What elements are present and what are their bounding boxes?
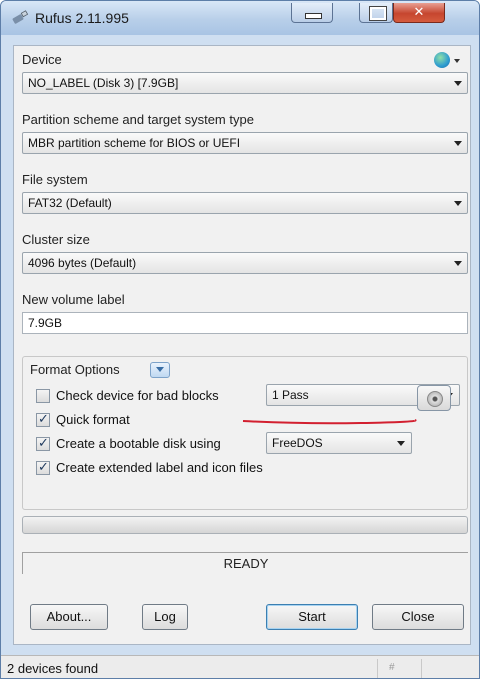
main-panel: Device NO_LABEL (Disk 3) [7.9GB] Partiti… <box>13 45 471 645</box>
progress-bar <box>22 516 468 534</box>
bad-blocks-checkbox[interactable] <box>36 389 50 403</box>
extended-label-option[interactable]: Create extended label and icon files <box>36 459 336 478</box>
extended-label-label: Create extended label and icon files <box>56 460 263 475</box>
chevron-down-icon <box>397 441 405 446</box>
hash-indicator: # <box>389 662 395 673</box>
close-button[interactable]: Close <box>372 604 464 630</box>
device-label: Device <box>22 52 62 67</box>
status-bar: 2 devices found # <box>1 655 479 678</box>
window-title: Rufus 2.11.995 <box>35 10 129 26</box>
bad-blocks-option[interactable]: Check device for bad blocks <box>36 388 256 406</box>
volume-label-caption: New volume label <box>22 292 125 307</box>
extended-label-checkbox[interactable] <box>36 459 50 475</box>
bad-blocks-label: Check device for bad blocks <box>56 388 219 403</box>
log-button[interactable]: Log <box>142 604 188 630</box>
filesystem-select[interactable]: FAT32 (Default) <box>22 192 468 214</box>
chevron-down-icon <box>454 201 462 206</box>
quick-format-option[interactable]: Quick format <box>36 411 176 430</box>
passes-value: 1 Pass <box>272 388 309 402</box>
partition-label: Partition scheme and target system type <box>22 112 254 127</box>
title-bar[interactable]: Rufus 2.11.995 <box>1 1 479 35</box>
cluster-value: 4096 bytes (Default) <box>28 256 137 270</box>
rufus-window: Rufus 2.11.995 Device NO_LABEL (Disk 3) … <box>0 0 480 679</box>
bootable-checkbox[interactable] <box>36 435 50 451</box>
partition-value: MBR partition scheme for BIOS or UEFI <box>28 136 241 150</box>
chevron-down-icon[interactable] <box>454 59 460 63</box>
disk-image-icon[interactable] <box>417 385 451 411</box>
format-options-title: Format Options <box>30 362 122 377</box>
close-icon[interactable] <box>393 3 445 23</box>
partition-select[interactable]: MBR partition scheme for BIOS or UEFI <box>22 132 468 154</box>
maximize-icon[interactable] <box>359 3 393 23</box>
minimize-icon[interactable] <box>291 3 333 23</box>
status-text: READY <box>223 556 269 571</box>
red-underline-annotation <box>242 419 417 425</box>
status-separator <box>421 659 422 678</box>
chevron-down-icon <box>454 81 462 86</box>
boot-type-value: FreeDOS <box>272 436 323 450</box>
cluster-label: Cluster size <box>22 232 90 247</box>
chevron-down-icon <box>454 141 462 146</box>
device-value: NO_LABEL (Disk 3) [7.9GB] <box>28 76 179 90</box>
status-separator <box>377 659 378 678</box>
usb-drive-icon <box>12 10 29 24</box>
bootable-label: Create a bootable disk using <box>56 436 221 451</box>
cluster-select[interactable]: 4096 bytes (Default) <box>22 252 468 274</box>
boot-type-select[interactable]: FreeDOS <box>266 432 412 454</box>
filesystem-label: File system <box>22 172 88 187</box>
bootable-option[interactable]: Create a bootable disk using <box>36 435 256 454</box>
status-panel: READY <box>22 552 468 574</box>
about-button[interactable]: About... <box>30 604 108 630</box>
device-select[interactable]: NO_LABEL (Disk 3) [7.9GB] <box>22 72 468 94</box>
start-button[interactable]: Start <box>266 604 358 630</box>
volume-label-input[interactable] <box>22 312 468 334</box>
quick-format-checkbox[interactable] <box>36 411 50 427</box>
filesystem-value: FAT32 (Default) <box>28 196 112 210</box>
globe-icon[interactable] <box>434 52 450 68</box>
quick-format-label: Quick format <box>56 412 130 427</box>
expand-options-icon[interactable] <box>150 362 170 378</box>
chevron-down-icon <box>454 261 462 266</box>
device-count-text: 2 devices found <box>7 661 99 676</box>
